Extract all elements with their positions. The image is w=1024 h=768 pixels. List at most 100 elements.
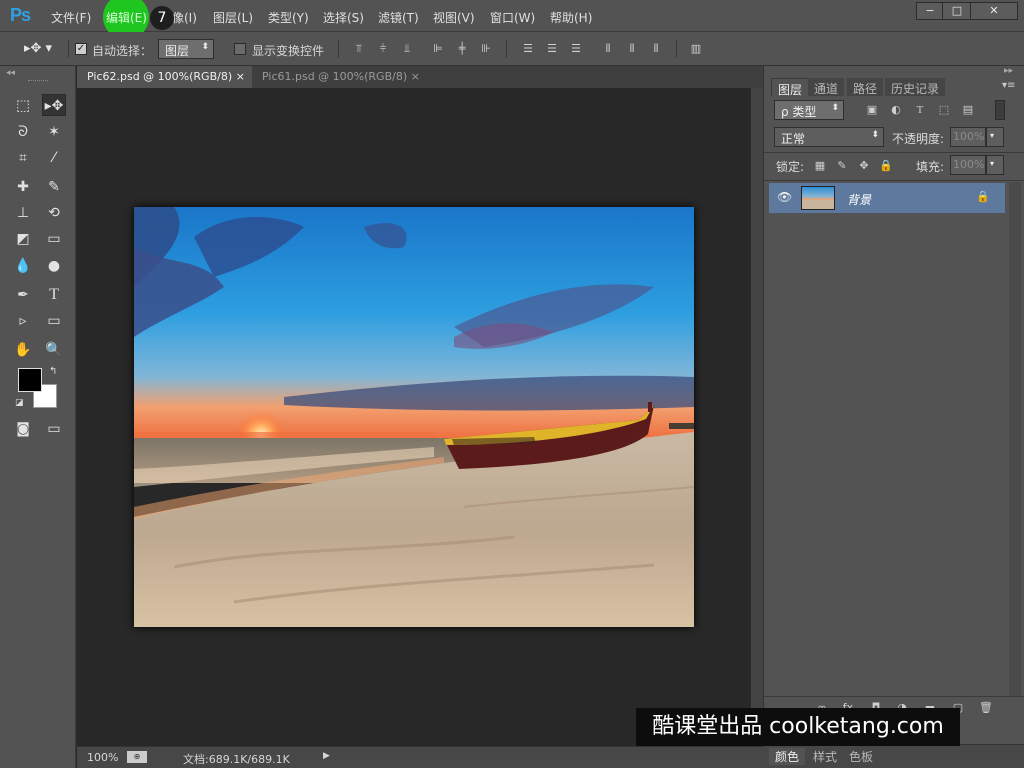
tab-color[interactable]: 颜色 bbox=[769, 748, 806, 765]
clone-stamp-tool-icon[interactable]: ⊥ bbox=[11, 202, 35, 224]
close-window-button[interactable]: ✕ bbox=[970, 2, 1018, 20]
close-tab-icon[interactable]: × bbox=[411, 70, 420, 83]
history-brush-tool-icon[interactable]: ⟲ bbox=[42, 202, 66, 224]
toolbox-grip[interactable] bbox=[28, 80, 48, 83]
distribute-hcenter-icon[interactable]: ⦀ bbox=[624, 42, 640, 56]
beach-sunset-photo[interactable] bbox=[134, 207, 694, 627]
divider bbox=[338, 40, 339, 58]
eyedropper-tool-icon[interactable]: ⁄ bbox=[42, 147, 66, 169]
tab-pic62[interactable]: Pic62.psd @ 100%(RGB/8) × bbox=[77, 66, 252, 88]
divider bbox=[68, 40, 69, 58]
collapse-panel-icon[interactable]: ▸▸ bbox=[1004, 66, 1013, 76]
close-tab-icon[interactable]: × bbox=[236, 70, 245, 83]
panel-menu-icon[interactable]: ▾≡ bbox=[1002, 80, 1015, 91]
align-top-icon[interactable]: ⫪ bbox=[351, 42, 367, 56]
blur-tool-icon[interactable]: 💧 bbox=[11, 255, 35, 277]
distribute-top-icon[interactable]: ☰ bbox=[520, 42, 536, 56]
healing-brush-tool-icon[interactable]: ✚ bbox=[11, 176, 35, 198]
menu-window[interactable]: 窗口(W) bbox=[490, 9, 535, 26]
lock-all-icon[interactable]: 🔒 bbox=[878, 159, 894, 173]
align-vcenter-icon[interactable]: ⫩ bbox=[375, 42, 391, 56]
align-left-icon[interactable]: ⊫ bbox=[430, 42, 446, 56]
fill-field[interactable]: 100% bbox=[950, 155, 986, 175]
status-menu-arrow-icon[interactable]: ▶ bbox=[323, 751, 330, 761]
move-tool-icon[interactable]: ▸✥ bbox=[42, 94, 66, 116]
tab-pic61[interactable]: Pic61.psd @ 100%(RGB/8) × bbox=[252, 66, 427, 88]
restore-button[interactable]: □ bbox=[942, 2, 972, 20]
blend-mode-dropdown[interactable]: 正常 ⬍ bbox=[774, 127, 884, 147]
layer-filter-dropdown[interactable]: ρ 类型 ⬍ bbox=[774, 100, 844, 120]
collapse-arrows-icon[interactable]: ◂◂ bbox=[6, 68, 15, 78]
auto-align-layers-icon[interactable]: ▥ bbox=[688, 42, 704, 56]
vertical-scrollbar[interactable] bbox=[751, 88, 763, 746]
layer-row-background[interactable]: 👁 背景 🔒 bbox=[769, 183, 1005, 213]
auto-select-checkbox[interactable]: ✓ bbox=[75, 43, 87, 55]
align-right-icon[interactable]: ⊪ bbox=[478, 42, 494, 56]
zoom-preview-icon[interactable]: ⊕ bbox=[127, 751, 147, 763]
divider bbox=[676, 40, 677, 58]
show-transform-checkbox[interactable] bbox=[234, 43, 246, 55]
lock-image-icon[interactable]: ✎ bbox=[834, 159, 850, 173]
minimize-button[interactable]: − bbox=[916, 2, 944, 20]
auto-select-target-dropdown[interactable]: 图层 ⬍ bbox=[158, 39, 214, 59]
tab-history[interactable]: 历史记录 bbox=[885, 78, 946, 96]
opacity-dropdown-arrow-icon[interactable]: ▾ bbox=[986, 127, 1004, 147]
eraser-tool-icon[interactable]: ◩ bbox=[11, 228, 35, 250]
rectangle-tool-icon[interactable]: ▭ bbox=[42, 310, 66, 332]
brush-tool-icon[interactable]: ✎ bbox=[42, 176, 66, 198]
crop-tool-icon[interactable]: ⌗ bbox=[11, 147, 35, 169]
tab-paths[interactable]: 路径 bbox=[847, 78, 884, 96]
filter-smart-object-icon[interactable]: ▤ bbox=[960, 103, 976, 117]
align-bottom-icon[interactable]: ⫫ bbox=[399, 42, 415, 56]
layers-scrollbar[interactable] bbox=[1009, 182, 1021, 706]
menu-type[interactable]: 类型(Y) bbox=[268, 9, 309, 26]
type-tool-icon[interactable]: T bbox=[42, 284, 66, 306]
lock-position-icon[interactable]: ✥ bbox=[856, 159, 872, 173]
menu-help[interactable]: 帮助(H) bbox=[550, 9, 592, 26]
filter-pixel-icon[interactable]: ▣ bbox=[864, 103, 880, 117]
lasso-tool-icon[interactable]: ᘐ bbox=[11, 121, 35, 143]
quick-mask-icon[interactable]: ◙ bbox=[11, 418, 35, 440]
delete-layer-icon[interactable]: 🗑 bbox=[978, 701, 994, 715]
distribute-right-icon[interactable]: ⦀ bbox=[648, 42, 664, 56]
rect-marquee-tool-icon[interactable]: ⬚ bbox=[11, 94, 35, 116]
filter-adjustment-icon[interactable]: ◐ bbox=[888, 103, 904, 117]
filter-type-icon[interactable]: T bbox=[912, 103, 928, 117]
magic-wand-tool-icon[interactable]: ✶ bbox=[42, 121, 66, 143]
menu-edit[interactable]: 编辑(E) bbox=[106, 9, 147, 26]
distribute-left-icon[interactable]: ⦀ bbox=[600, 42, 616, 56]
filter-toggle-switch[interactable] bbox=[995, 100, 1005, 120]
default-colors-icon[interactable]: ◪ bbox=[15, 398, 24, 408]
zoom-level[interactable]: 100% bbox=[87, 751, 118, 764]
zoom-tool-icon[interactable]: 🔍 bbox=[42, 339, 66, 361]
tab-layers[interactable]: 图层 bbox=[771, 78, 810, 97]
gradient-tool-icon[interactable]: ▭ bbox=[42, 228, 66, 250]
tab-label: Pic61.psd @ 100%(RGB/8) bbox=[262, 70, 408, 83]
visibility-eye-icon[interactable]: 👁 bbox=[777, 190, 792, 204]
align-hcenter-icon[interactable]: ╪ bbox=[454, 42, 470, 56]
screen-mode-icon[interactable]: ▭ bbox=[42, 418, 66, 440]
menu-filter[interactable]: 滤镜(T) bbox=[378, 9, 419, 26]
path-selection-tool-icon[interactable]: ▹ bbox=[11, 310, 35, 332]
lock-transparent-icon[interactable]: ▦ bbox=[812, 159, 828, 173]
tab-swatches[interactable]: 色板 bbox=[845, 748, 877, 765]
dodge-tool-icon[interactable]: ● bbox=[42, 255, 66, 277]
opacity-field[interactable]: 100% bbox=[950, 127, 986, 147]
swap-colors-icon[interactable]: ↰ bbox=[49, 366, 57, 377]
distribute-vcenter-icon[interactable]: ☰ bbox=[544, 42, 560, 56]
filter-kind-label: ρ 类型 bbox=[781, 105, 817, 119]
layer-name[interactable]: 背景 bbox=[847, 191, 871, 208]
tab-styles[interactable]: 样式 bbox=[809, 748, 841, 765]
fill-dropdown-arrow-icon[interactable]: ▾ bbox=[986, 155, 1004, 175]
foreground-color-swatch-top[interactable] bbox=[18, 368, 42, 392]
menu-file[interactable]: 文件(F) bbox=[51, 9, 91, 26]
menu-select[interactable]: 选择(S) bbox=[323, 9, 364, 26]
move-tool-preset-icon[interactable]: ▸✥ ▾ bbox=[24, 41, 52, 56]
pen-tool-icon[interactable]: ✒ bbox=[11, 284, 35, 306]
filter-shape-icon[interactable]: ⬚ bbox=[936, 103, 952, 117]
tab-channels[interactable]: 通道 bbox=[808, 78, 845, 96]
distribute-bottom-icon[interactable]: ☰ bbox=[568, 42, 584, 56]
hand-tool-icon[interactable]: ✋ bbox=[11, 339, 35, 361]
menu-layer[interactable]: 图层(L) bbox=[213, 9, 253, 26]
menu-view[interactable]: 视图(V) bbox=[433, 9, 475, 26]
